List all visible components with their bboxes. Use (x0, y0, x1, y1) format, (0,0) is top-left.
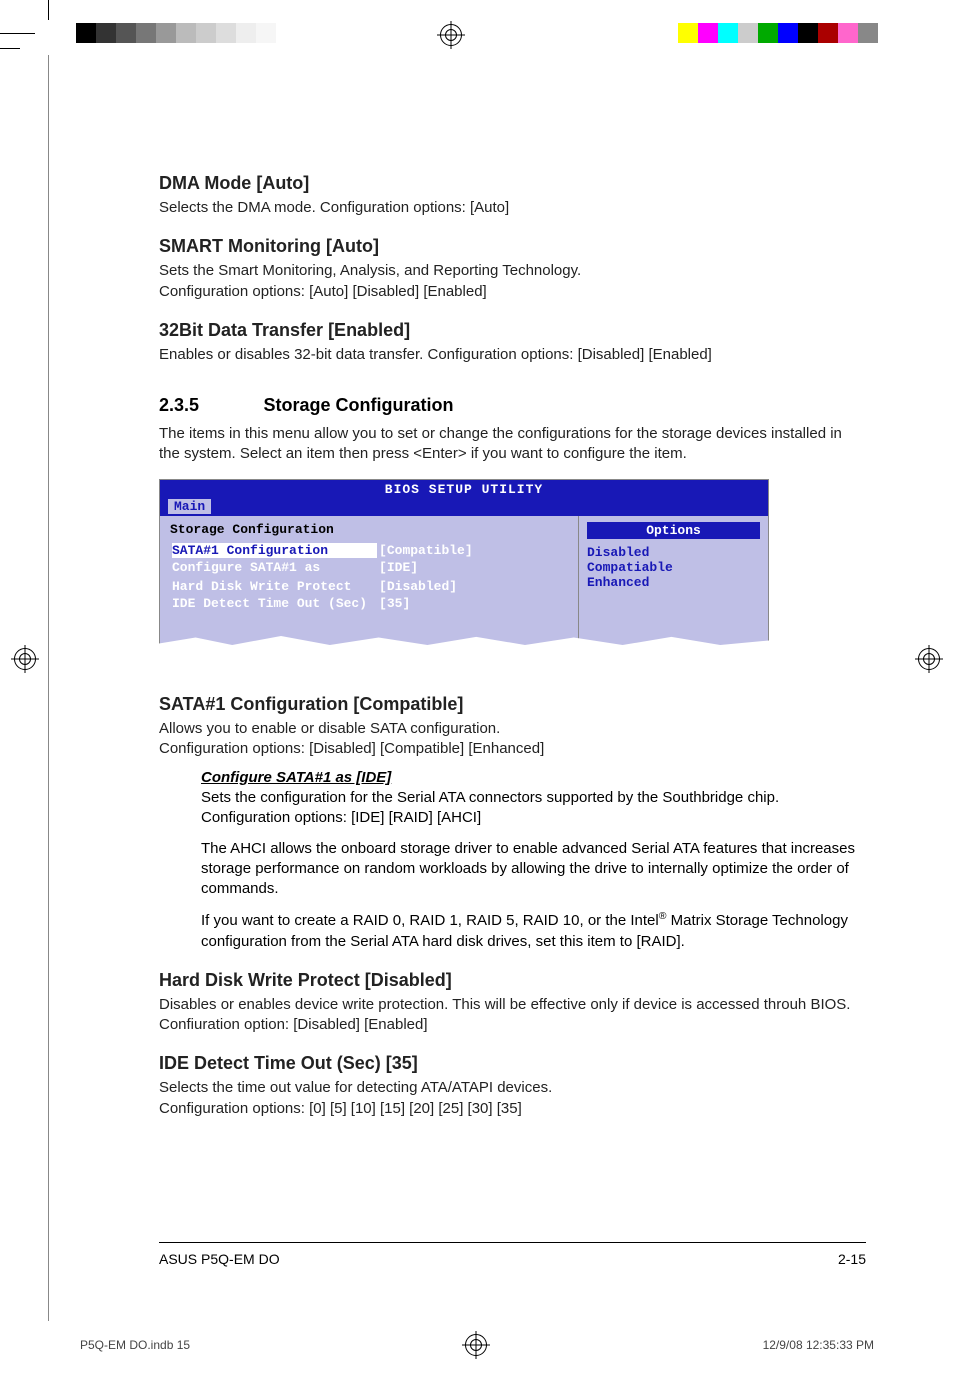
section-heading: 2.3.5 Storage Configuration (159, 395, 866, 416)
bios-options-list: DisabledCompatiableEnhanced (587, 545, 760, 590)
heading-smart: SMART Monitoring [Auto] (159, 236, 866, 257)
footer-product: ASUS P5Q-EM DO (159, 1251, 280, 1267)
swatch (96, 23, 116, 43)
bios-options-header: Options (587, 522, 760, 539)
bleed-file: P5Q-EM DO.indb 15 (80, 1338, 190, 1352)
bios-tab-bar: Main (160, 499, 768, 516)
swatch (296, 23, 316, 43)
body-smart: Sets the Smart Monitoring, Analysis, and… (159, 261, 866, 302)
heading-sata1: SATA#1 Configuration [Compatible] (159, 694, 866, 715)
footer-page: 2-15 (838, 1251, 866, 1267)
swatch (256, 23, 276, 43)
subitem-configure-sata: Configure SATA#1 as [IDE] Sets the confi… (201, 769, 866, 952)
bios-left-pane: Storage Configuration SATA#1 Configurati… (160, 516, 578, 653)
bios-setting-value: [35] (379, 596, 483, 611)
bios-title: BIOS SETUP UTILITY (160, 480, 768, 499)
heading-hdwp: Hard Disk Write Protect [Disabled] (159, 970, 866, 991)
registration-mark-right (918, 648, 940, 670)
registration-mark-top (440, 24, 462, 46)
swatch (778, 23, 798, 43)
swatch (136, 23, 156, 43)
body-sata1: Allows you to enable or disable SATA con… (159, 719, 866, 760)
swatch (276, 23, 296, 43)
swatch (798, 23, 818, 43)
bios-setting-row: Hard Disk Write Protect[Disabled] (172, 579, 483, 594)
section-number: 2.3.5 (159, 395, 259, 416)
bleed-stamp: 12/9/08 12:35:33 PM (763, 1338, 874, 1352)
bios-pane-header: Storage Configuration (170, 522, 568, 537)
swatch (738, 23, 758, 43)
bios-tab-main: Main (168, 499, 211, 514)
crop-marks-top (0, 0, 954, 50)
bios-option: Disabled (587, 545, 760, 560)
bios-screenshot: BIOS SETUP UTILITY Main Storage Configur… (159, 479, 769, 654)
subitem-p3: If you want to create a RAID 0, RAID 1, … (201, 909, 866, 952)
bios-option: Enhanced (587, 575, 760, 590)
color-bar-color (678, 23, 878, 43)
bios-setting-row: SATA#1 Configuration[Compatible] (172, 543, 483, 558)
bios-setting-row: Configure SATA#1 as[IDE] (172, 560, 483, 575)
swatch (678, 23, 698, 43)
swatch (196, 23, 216, 43)
swatch (758, 23, 778, 43)
body-hdwp: Disables or enables device write protect… (159, 995, 866, 1036)
page-footer: ASUS P5Q-EM DO 2-15 (159, 1242, 866, 1267)
bios-settings-table: SATA#1 Configuration[Compatible] Configu… (170, 541, 485, 613)
swatch (216, 23, 236, 43)
section-intro: The items in this menu allow you to set … (159, 424, 866, 465)
bios-setting-value: [IDE] (379, 560, 483, 575)
swatch (838, 23, 858, 43)
registration-mark-bottom (465, 1334, 487, 1356)
subitem-p2: The AHCI allows the onboard storage driv… (201, 839, 866, 900)
swatch (356, 23, 376, 43)
bios-setting-label: Configure SATA#1 as (172, 560, 377, 575)
swatch (858, 23, 878, 43)
swatch (116, 23, 136, 43)
section-title: Storage Configuration (263, 395, 453, 415)
subitem-p3a: If you want to create a RAID 0, RAID 1, … (201, 912, 659, 929)
bios-option: Compatiable (587, 560, 760, 575)
swatch (818, 23, 838, 43)
swatch (76, 23, 96, 43)
body-dma-mode: Selects the DMA mode. Configuration opti… (159, 198, 866, 218)
bios-setting-label: Hard Disk Write Protect (172, 579, 377, 594)
body-ide-timeout: Selects the time out value for detecting… (159, 1078, 866, 1119)
swatch (718, 23, 738, 43)
bios-setting-value: [Disabled] (379, 579, 483, 594)
bios-setting-value: [Compatible] (379, 543, 483, 558)
page-body: DMA Mode [Auto] Selects the DMA mode. Co… (48, 55, 906, 1321)
swatch (156, 23, 176, 43)
heading-dma-mode: DMA Mode [Auto] (159, 173, 866, 194)
swatch (316, 23, 336, 43)
subitem-p1: Sets the configuration for the Serial AT… (201, 788, 866, 829)
bleed-footer: P5Q-EM DO.indb 15 12/9/08 12:35:33 PM (80, 1334, 874, 1356)
swatch (176, 23, 196, 43)
bios-right-pane: Options DisabledCompatiableEnhanced (578, 516, 768, 653)
bios-setting-label: SATA#1 Configuration (172, 543, 377, 558)
bios-setting-label: IDE Detect Time Out (Sec) (172, 596, 377, 611)
swatch (236, 23, 256, 43)
swatch (698, 23, 718, 43)
bios-setting-row: IDE Detect Time Out (Sec)[35] (172, 596, 483, 611)
registration-mark-left (14, 648, 36, 670)
subitem-title: Configure SATA#1 as [IDE] (201, 769, 866, 786)
heading-32bit: 32Bit Data Transfer [Enabled] (159, 320, 866, 341)
color-bar-grayscale (76, 23, 376, 43)
swatch (336, 23, 356, 43)
body-32bit: Enables or disables 32-bit data transfer… (159, 345, 866, 365)
heading-ide-timeout: IDE Detect Time Out (Sec) [35] (159, 1053, 866, 1074)
